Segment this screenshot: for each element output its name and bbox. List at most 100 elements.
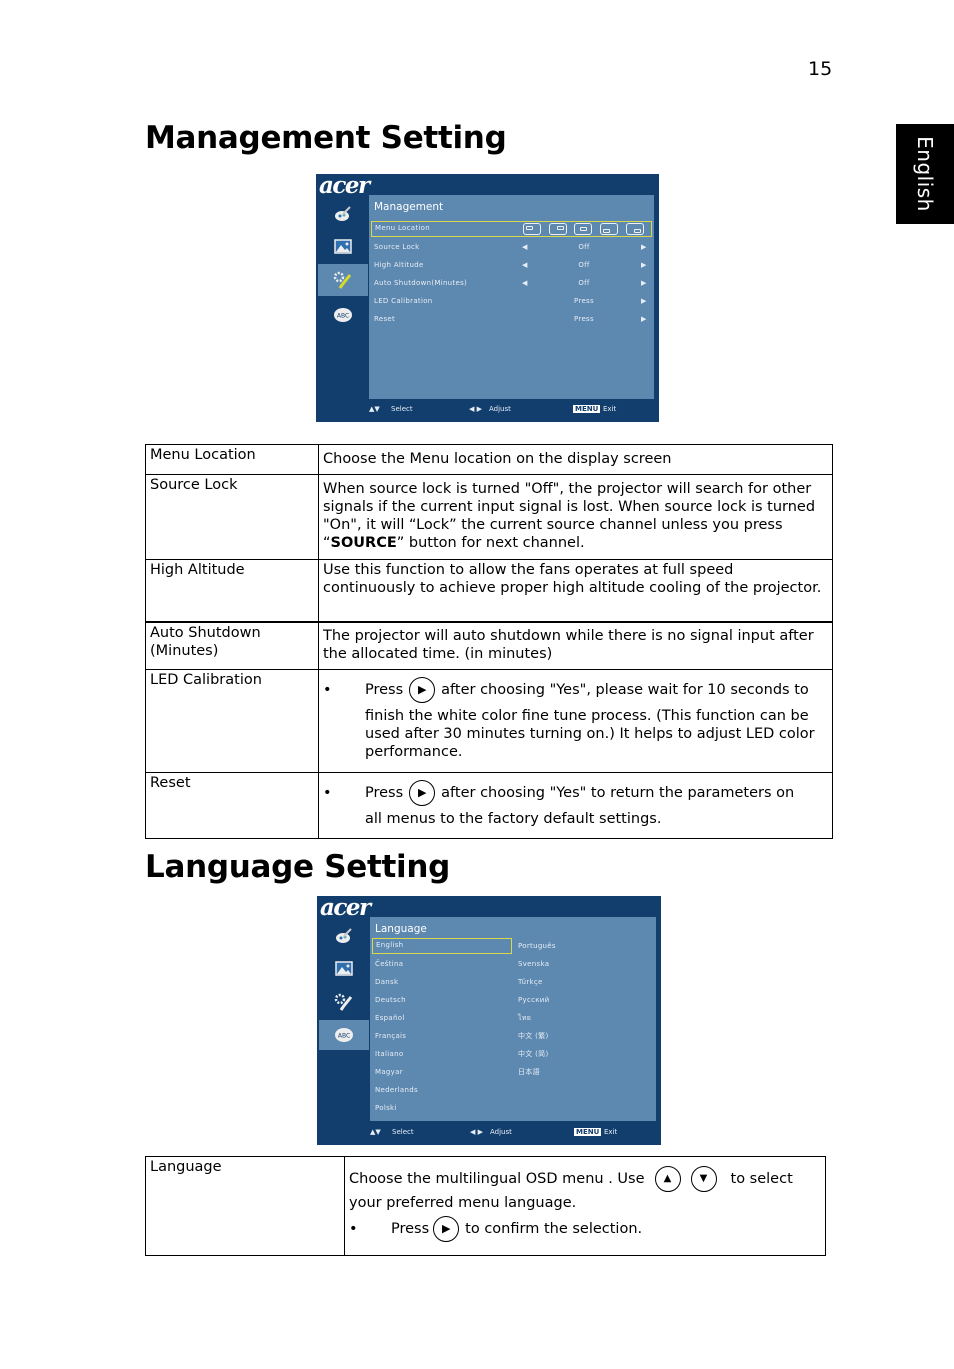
menu-location-top-right-icon[interactable] — [549, 223, 567, 235]
footer-adjust: Adjust — [489, 405, 511, 413]
setting-description: Use this function to allow the fans oper… — [318, 559, 833, 622]
desc-text: Choose the multilingual OSD menu . Use — [349, 1171, 645, 1187]
language-option[interactable]: Español — [372, 1010, 512, 1026]
desc-text: ” button for next channel. — [396, 535, 585, 551]
setting-name: Reset — [145, 772, 319, 839]
language-option[interactable]: Русский — [515, 992, 653, 1008]
up-down-arrows-icon: ▲▼ — [369, 405, 380, 413]
bullet: • — [323, 785, 332, 801]
left-arrow-icon[interactable]: ◀ — [522, 239, 528, 255]
language-panel: Language English Čeština Dansk Deutsch Españ… — [370, 917, 656, 1121]
table-row: Menu Location Choose the Menu location o… — [145, 444, 833, 475]
right-arrow-icon[interactable]: ▶ — [641, 311, 647, 327]
setting-description: • Press ▶ after choosing "Yes", please wait… — [318, 669, 833, 773]
source-keyword: SOURCE — [330, 535, 397, 551]
left-arrow-icon[interactable]: ◀ — [522, 257, 528, 273]
language-option[interactable]: ไทย — [515, 1010, 653, 1026]
osd-row-led-calibration[interactable]: LED Calibration Press ▶ — [371, 293, 652, 309]
language-option-label: 中文 (简) — [518, 1050, 549, 1058]
menu-badge: MENU — [573, 405, 601, 413]
left-right-arrows-icon: ◀ ▶ — [469, 405, 482, 413]
desc-text: to confirm the selection. — [465, 1221, 643, 1237]
row-label: Auto Shutdown(Minutes) — [374, 279, 468, 287]
menu-location-top-left-icon[interactable] — [523, 223, 541, 235]
language-option[interactable]: Français — [372, 1028, 512, 1044]
right-arrow-icon[interactable]: ▶ — [641, 293, 647, 309]
setting-name: LED Calibration — [145, 669, 319, 773]
language-option-label: Français — [375, 1032, 407, 1040]
language-option[interactable]: Dansk — [372, 974, 512, 990]
language-option[interactable]: Nederlands — [372, 1082, 512, 1098]
desc-text: your preferred menu language. — [349, 1195, 577, 1211]
right-arrow-icon[interactable]: ▶ — [641, 275, 647, 291]
language-option-label: Deutsch — [375, 996, 406, 1004]
language-option[interactable]: Čeština — [372, 956, 512, 972]
color-settings-icon — [318, 198, 368, 230]
right-button-icon: ▶ — [433, 1216, 460, 1242]
language-tab: English — [896, 124, 954, 224]
acer-logo: acer — [320, 894, 371, 921]
table-row: Source Lock When source lock is turned "… — [145, 474, 833, 560]
language-option-label: Русский — [518, 996, 550, 1004]
row-value: Press — [574, 297, 594, 305]
language-option-label: Nederlands — [375, 1086, 418, 1094]
bullet: • — [349, 1221, 358, 1237]
language-option[interactable]: Magyar — [372, 1064, 512, 1080]
language-option[interactable]: Português — [515, 938, 653, 954]
right-arrow-icon[interactable]: ▶ — [641, 257, 647, 273]
row-value: Off — [578, 261, 590, 269]
left-arrow-icon[interactable]: ◀ — [522, 275, 528, 291]
press-text: Press — [391, 1221, 430, 1237]
menu-location-center-icon[interactable] — [574, 223, 592, 235]
management-setting-title: Management Setting — [145, 120, 507, 156]
management-settings-table: Menu Location Choose the Menu location o… — [145, 444, 833, 839]
desc-text: after choosing "Yes", please wait for 10… — [441, 682, 809, 698]
language-option[interactable]: Türkçe — [515, 974, 653, 990]
setting-name: High Altitude — [145, 559, 319, 622]
desc-text: finish the white color fine tune process… — [365, 708, 815, 760]
language-option-label: Italiano — [375, 1050, 404, 1058]
osd-row-reset[interactable]: Reset Press ▶ — [371, 311, 652, 327]
footer-select: Select — [391, 405, 413, 413]
table-row: Reset • Press ▶ after choosing "Yes" to ret… — [145, 772, 833, 839]
language-option[interactable]: Svenska — [515, 956, 653, 972]
acer-logo: acer — [319, 172, 370, 199]
menu-location-bottom-right-icon[interactable] — [626, 223, 644, 235]
osd-row-source-lock[interactable]: Source Lock ◀ Off ▶ — [371, 239, 652, 255]
setting-description: The projector will auto shutdown while t… — [318, 621, 833, 670]
language-option[interactable]: 中文 (简) — [515, 1046, 653, 1062]
setting-name: Menu Location — [145, 444, 319, 475]
language-option[interactable]: Deutsch — [372, 992, 512, 1008]
panel-title: Management — [374, 201, 444, 213]
table-row: Language Choose the multilingual OSD men… — [145, 1156, 826, 1256]
row-value: Off — [578, 279, 590, 287]
language-option-label: Türkçe — [518, 978, 543, 986]
language-option-label: Polski — [375, 1104, 397, 1112]
language-option[interactable]: 日本語 — [515, 1064, 653, 1080]
right-arrow-icon[interactable]: ▶ — [641, 239, 647, 255]
language-option-label: Magyar — [375, 1068, 403, 1076]
setting-name: Auto Shutdown (Minutes) — [145, 621, 319, 670]
footer-exit: Exit — [603, 405, 617, 413]
osd-row-high-altitude[interactable]: High Altitude ◀ Off ▶ — [371, 257, 652, 273]
language-icon: ABC — [319, 1020, 369, 1050]
language-option[interactable]: Polski — [372, 1100, 512, 1116]
setting-description: Choose the multilingual OSD menu . Use ▲… — [344, 1156, 826, 1256]
language-option-label: ไทย — [518, 1014, 532, 1022]
language-option-label: Español — [375, 1014, 405, 1022]
language-option-label: Svenska — [518, 960, 550, 968]
language-option[interactable]: 中文 (繁) — [515, 1028, 653, 1044]
language-option[interactable]: English — [372, 938, 512, 954]
menu-location-bottom-left-icon[interactable] — [600, 223, 618, 235]
osd-row-menu-location[interactable]: Menu Location — [371, 221, 652, 237]
color-settings-icon — [319, 920, 369, 952]
right-button-icon: ▶ — [409, 677, 436, 703]
desc-text: all menus to the factory default setting… — [365, 811, 662, 827]
row-value: Press — [574, 315, 594, 323]
image-icon — [319, 952, 369, 984]
language-option[interactable]: Italiano — [372, 1046, 512, 1062]
osd-row-auto-shutdown[interactable]: Auto Shutdown(Minutes) ◀ Off ▶ — [371, 275, 652, 291]
setting-name: Source Lock — [145, 474, 319, 560]
row-label: LED Calibration — [374, 297, 433, 305]
left-right-arrows-icon: ◀ ▶ — [470, 1128, 483, 1136]
